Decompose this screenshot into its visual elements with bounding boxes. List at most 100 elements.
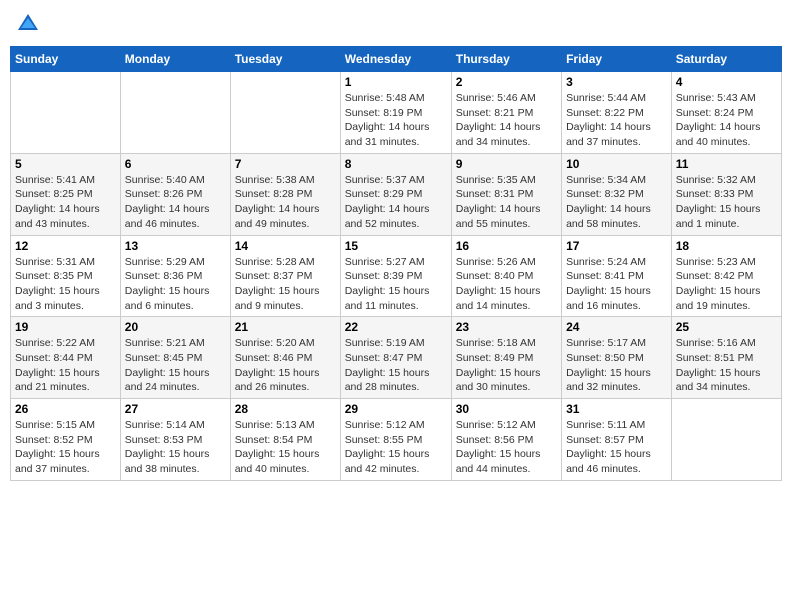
calendar-cell: 18 Sunrise: 5:23 AM Sunset: 8:42 PM Dayli… bbox=[671, 235, 781, 317]
day-number: 31 bbox=[566, 402, 667, 416]
day-number: 15 bbox=[345, 239, 447, 253]
day-info: Sunrise: 5:43 AM Sunset: 8:24 PM Dayligh… bbox=[676, 91, 777, 150]
calendar-table: SundayMondayTuesdayWednesdayThursdayFrid… bbox=[10, 46, 782, 481]
day-number: 29 bbox=[345, 402, 447, 416]
calendar-cell: 4 Sunrise: 5:43 AM Sunset: 8:24 PM Daylig… bbox=[671, 72, 781, 154]
day-number: 24 bbox=[566, 320, 667, 334]
calendar-cell: 6 Sunrise: 5:40 AM Sunset: 8:26 PM Daylig… bbox=[120, 153, 230, 235]
calendar-cell: 16Sunrise: 5:26 AM Sunset: 8:40 PM Dayli… bbox=[451, 235, 561, 317]
calendar-cell: 10 Sunrise: 5:34 AM Sunset: 8:32 PM Dayli… bbox=[562, 153, 672, 235]
calendar-cell: 8Sunrise: 5:37 AM Sunset: 8:29 PM Daylig… bbox=[340, 153, 451, 235]
day-info: Sunrise: 5:13 AM Sunset: 8:54 PM Dayligh… bbox=[235, 418, 336, 477]
day-info: Sunrise: 5:41 AM Sunset: 8:25 PM Dayligh… bbox=[15, 173, 116, 232]
calendar-cell: 9 Sunrise: 5:35 AM Sunset: 8:31 PM Daylig… bbox=[451, 153, 561, 235]
day-number: 12 bbox=[15, 239, 116, 253]
calendar-cell: 7 Sunrise: 5:38 AM Sunset: 8:28 PM Daylig… bbox=[230, 153, 340, 235]
calendar-cell: 29 Sunrise: 5:12 AM Sunset: 8:55 PM Dayli… bbox=[340, 399, 451, 481]
calendar-cell: 25 Sunrise: 5:16 AM Sunset: 8:51 PM Dayli… bbox=[671, 317, 781, 399]
calendar-cell: 22Sunrise: 5:19 AM Sunset: 8:47 PM Dayli… bbox=[340, 317, 451, 399]
day-info: Sunrise: 5:23 AM Sunset: 8:42 PM Dayligh… bbox=[676, 255, 777, 314]
day-info: Sunrise: 5:40 AM Sunset: 8:26 PM Dayligh… bbox=[125, 173, 226, 232]
day-number: 9 bbox=[456, 157, 557, 171]
weekday-saturday: Saturday bbox=[671, 47, 781, 72]
calendar-cell: 19 Sunrise: 5:22 AM Sunset: 8:44 PM Dayli… bbox=[11, 317, 121, 399]
day-info: Sunrise: 5:46 AM Sunset: 8:21 PM Dayligh… bbox=[456, 91, 557, 150]
day-info: Sunrise: 5:27 AM Sunset: 8:39 PM Dayligh… bbox=[345, 255, 447, 314]
calendar-cell: 14Sunrise: 5:28 AM Sunset: 8:37 PM Dayli… bbox=[230, 235, 340, 317]
logo bbox=[14, 10, 46, 38]
day-number: 23 bbox=[456, 320, 557, 334]
day-number: 1 bbox=[345, 75, 447, 89]
day-number: 2 bbox=[456, 75, 557, 89]
day-info: Sunrise: 5:48 AM Sunset: 8:19 PM Dayligh… bbox=[345, 91, 447, 150]
day-info: Sunrise: 5:11 AM Sunset: 8:57 PM Dayligh… bbox=[566, 418, 667, 477]
day-number: 8 bbox=[345, 157, 447, 171]
day-info: Sunrise: 5:26 AM Sunset: 8:40 PM Dayligh… bbox=[456, 255, 557, 314]
day-number: 28 bbox=[235, 402, 336, 416]
day-number: 14 bbox=[235, 239, 336, 253]
day-info: Sunrise: 5:29 AM Sunset: 8:36 PM Dayligh… bbox=[125, 255, 226, 314]
day-number: 13 bbox=[125, 239, 226, 253]
calendar-week-3: 12Sunrise: 5:31 AM Sunset: 8:35 PM Dayli… bbox=[11, 235, 782, 317]
weekday-monday: Monday bbox=[120, 47, 230, 72]
calendar-week-4: 19 Sunrise: 5:22 AM Sunset: 8:44 PM Dayli… bbox=[11, 317, 782, 399]
day-info: Sunrise: 5:22 AM Sunset: 8:44 PM Dayligh… bbox=[15, 336, 116, 395]
day-info: Sunrise: 5:12 AM Sunset: 8:56 PM Dayligh… bbox=[456, 418, 557, 477]
day-info: Sunrise: 5:21 AM Sunset: 8:45 PM Dayligh… bbox=[125, 336, 226, 395]
calendar-cell: 3 Sunrise: 5:44 AM Sunset: 8:22 PM Daylig… bbox=[562, 72, 672, 154]
day-info: Sunrise: 5:12 AM Sunset: 8:55 PM Dayligh… bbox=[345, 418, 447, 477]
day-number: 5 bbox=[15, 157, 116, 171]
calendar-week-5: 26 Sunrise: 5:15 AM Sunset: 8:52 PM Dayli… bbox=[11, 399, 782, 481]
calendar-cell: 24 Sunrise: 5:17 AM Sunset: 8:50 PM Dayli… bbox=[562, 317, 672, 399]
day-number: 30 bbox=[456, 402, 557, 416]
day-number: 27 bbox=[125, 402, 226, 416]
day-info: Sunrise: 5:24 AM Sunset: 8:41 PM Dayligh… bbox=[566, 255, 667, 314]
calendar-cell: 26 Sunrise: 5:15 AM Sunset: 8:52 PM Dayli… bbox=[11, 399, 121, 481]
calendar-cell: 21 Sunrise: 5:20 AM Sunset: 8:46 PM Dayli… bbox=[230, 317, 340, 399]
calendar-cell bbox=[120, 72, 230, 154]
day-number: 26 bbox=[15, 402, 116, 416]
weekday-header-row: SundayMondayTuesdayWednesdayThursdayFrid… bbox=[11, 47, 782, 72]
calendar-cell: 1 Sunrise: 5:48 AM Sunset: 8:19 PM Daylig… bbox=[340, 72, 451, 154]
day-info: Sunrise: 5:20 AM Sunset: 8:46 PM Dayligh… bbox=[235, 336, 336, 395]
day-info: Sunrise: 5:19 AM Sunset: 8:47 PM Dayligh… bbox=[345, 336, 447, 395]
day-info: Sunrise: 5:32 AM Sunset: 8:33 PM Dayligh… bbox=[676, 173, 777, 232]
day-info: Sunrise: 5:44 AM Sunset: 8:22 PM Dayligh… bbox=[566, 91, 667, 150]
day-info: Sunrise: 5:35 AM Sunset: 8:31 PM Dayligh… bbox=[456, 173, 557, 232]
day-info: Sunrise: 5:15 AM Sunset: 8:52 PM Dayligh… bbox=[15, 418, 116, 477]
day-number: 10 bbox=[566, 157, 667, 171]
day-number: 18 bbox=[676, 239, 777, 253]
calendar-cell: 13 Sunrise: 5:29 AM Sunset: 8:36 PM Dayli… bbox=[120, 235, 230, 317]
calendar-week-1: 1 Sunrise: 5:48 AM Sunset: 8:19 PM Daylig… bbox=[11, 72, 782, 154]
day-info: Sunrise: 5:18 AM Sunset: 8:49 PM Dayligh… bbox=[456, 336, 557, 395]
calendar-cell: 23 Sunrise: 5:18 AM Sunset: 8:49 PM Dayli… bbox=[451, 317, 561, 399]
weekday-tuesday: Tuesday bbox=[230, 47, 340, 72]
day-number: 20 bbox=[125, 320, 226, 334]
calendar-body: 1 Sunrise: 5:48 AM Sunset: 8:19 PM Daylig… bbox=[11, 72, 782, 481]
day-number: 6 bbox=[125, 157, 226, 171]
logo-icon bbox=[14, 10, 42, 38]
calendar-cell: 12Sunrise: 5:31 AM Sunset: 8:35 PM Dayli… bbox=[11, 235, 121, 317]
calendar-cell: 11Sunrise: 5:32 AM Sunset: 8:33 PM Dayli… bbox=[671, 153, 781, 235]
day-number: 19 bbox=[15, 320, 116, 334]
day-number: 7 bbox=[235, 157, 336, 171]
weekday-wednesday: Wednesday bbox=[340, 47, 451, 72]
day-info: Sunrise: 5:14 AM Sunset: 8:53 PM Dayligh… bbox=[125, 418, 226, 477]
day-number: 25 bbox=[676, 320, 777, 334]
day-info: Sunrise: 5:17 AM Sunset: 8:50 PM Dayligh… bbox=[566, 336, 667, 395]
day-info: Sunrise: 5:38 AM Sunset: 8:28 PM Dayligh… bbox=[235, 173, 336, 232]
day-number: 3 bbox=[566, 75, 667, 89]
day-info: Sunrise: 5:34 AM Sunset: 8:32 PM Dayligh… bbox=[566, 173, 667, 232]
calendar-cell: 30 Sunrise: 5:12 AM Sunset: 8:56 PM Dayli… bbox=[451, 399, 561, 481]
day-number: 4 bbox=[676, 75, 777, 89]
day-info: Sunrise: 5:16 AM Sunset: 8:51 PM Dayligh… bbox=[676, 336, 777, 395]
calendar-cell: 20 Sunrise: 5:21 AM Sunset: 8:45 PM Dayli… bbox=[120, 317, 230, 399]
day-number: 21 bbox=[235, 320, 336, 334]
calendar-cell: 31 Sunrise: 5:11 AM Sunset: 8:57 PM Dayli… bbox=[562, 399, 672, 481]
weekday-friday: Friday bbox=[562, 47, 672, 72]
calendar-cell bbox=[230, 72, 340, 154]
calendar-cell: 27 Sunrise: 5:14 AM Sunset: 8:53 PM Dayli… bbox=[120, 399, 230, 481]
weekday-sunday: Sunday bbox=[11, 47, 121, 72]
weekday-thursday: Thursday bbox=[451, 47, 561, 72]
calendar-cell: 28 Sunrise: 5:13 AM Sunset: 8:54 PM Dayli… bbox=[230, 399, 340, 481]
